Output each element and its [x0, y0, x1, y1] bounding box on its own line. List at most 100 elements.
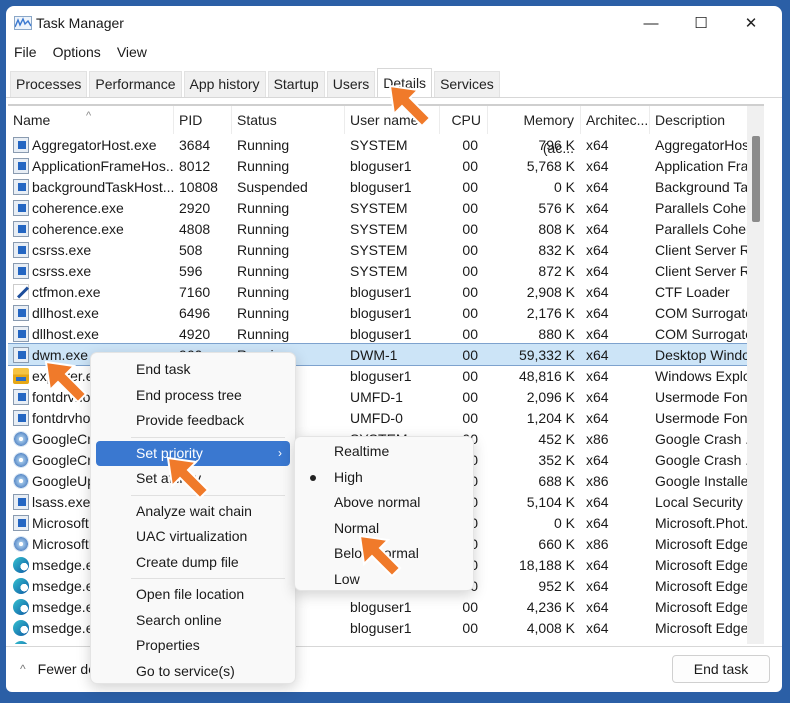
- table-row[interactable]: dllhost.exe 6496 Running bloguser1 00 2,176 K…: [8, 302, 764, 323]
- table-row[interactable]: csrss.exe 508 Running SYSTEM 00 832 K x64 Clien…: [8, 239, 764, 260]
- cell-status: Running: [237, 304, 290, 321]
- process-app-icon: [13, 388, 29, 405]
- cell-mem: 576 K: [538, 199, 575, 216]
- column-header-cpu[interactable]: CPU: [440, 106, 488, 134]
- cell-name: ctfmon.exe: [8, 283, 174, 300]
- cell-desc: Parallels Coher...: [655, 199, 762, 216]
- menu-item-label: Analyze wait chain: [136, 502, 252, 519]
- column-header-pid[interactable]: PID: [174, 106, 232, 134]
- cell-status: Running: [237, 136, 290, 153]
- process-cd-icon: [13, 472, 29, 489]
- priority-option-low[interactable]: Low: [295, 567, 473, 593]
- process-app-icon: [13, 157, 29, 174]
- menu-view[interactable]: View: [109, 42, 155, 64]
- cell-desc: AggregatorHost: [655, 136, 754, 153]
- menu-separator: [131, 494, 285, 496]
- column-header-status[interactable]: Status: [232, 106, 345, 134]
- menu-item-go-to-service-s[interactable]: Go to service(s): [96, 659, 290, 685]
- column-label: Name: [13, 112, 51, 128]
- process-app-icon: [13, 136, 29, 153]
- menu-item-label: Set affinity: [136, 470, 202, 486]
- cell-user: bloguser1: [350, 598, 412, 615]
- menu-separator: [131, 436, 285, 438]
- cell-cpu: 00: [462, 304, 478, 321]
- menu-options[interactable]: Options: [45, 42, 109, 64]
- table-row[interactable]: ctfmon.exe 7160 Running bloguser1 00 2,908 K x…: [8, 281, 764, 302]
- priority-option-label: Below normal: [334, 545, 419, 561]
- end-task-button[interactable]: End task: [672, 655, 770, 683]
- cell-pid: 596: [179, 262, 203, 279]
- menu-item-label: End task: [136, 361, 191, 377]
- minimize-button[interactable]: —: [628, 6, 674, 40]
- process-app-icon: [13, 493, 29, 510]
- table-row[interactable]: ApplicationFrameHos... 8012 Running bloguse…: [8, 155, 764, 176]
- table-row[interactable]: dllhost.exe 4920 Running bloguser1 00 880 K x6…: [8, 323, 764, 344]
- priority-option-above-normal[interactable]: Above normal: [295, 490, 473, 516]
- priority-option-realtime[interactable]: Realtime: [295, 439, 473, 465]
- cell-mem: 796 K: [538, 136, 575, 153]
- table-row[interactable]: csrss.exe 596 Running SYSTEM 00 872 K x64 Clien…: [8, 260, 764, 281]
- menu-item-uac-virtualization[interactable]: UAC virtualization: [96, 524, 290, 550]
- menu-item-set-affinity[interactable]: Set affinity: [96, 466, 290, 492]
- column-header-memory[interactable]: Memory (ac...: [488, 106, 581, 156]
- table-row[interactable]: coherence.exe 4808 Running SYSTEM 00 808 K x64…: [8, 218, 764, 239]
- process-app-icon: [13, 514, 29, 531]
- cell-desc: Background Ta...: [655, 178, 760, 195]
- menu-item-open-file-location[interactable]: Open file location: [96, 582, 290, 608]
- cell-mem: 5,768 K: [526, 157, 575, 174]
- column-header-user-name[interactable]: User name: [345, 106, 440, 134]
- menu-item-create-dump-file[interactable]: Create dump file: [96, 550, 290, 576]
- tab-users[interactable]: Users: [326, 71, 376, 97]
- process-app-icon: [13, 325, 29, 342]
- tab-services[interactable]: Services: [434, 71, 500, 97]
- cell-desc: Application Fra...: [655, 157, 761, 174]
- cell-name: csrss.exe: [8, 241, 174, 258]
- cell-desc: Microsoft.Phot...: [655, 514, 757, 531]
- priority-option-below-normal[interactable]: Below normal: [295, 541, 473, 567]
- cell-desc: Client Server R...: [655, 262, 762, 279]
- cell-cpu: 00: [462, 241, 478, 258]
- tab-performance[interactable]: Performance: [89, 71, 182, 97]
- process-name: ApplicationFrameHos...: [32, 157, 174, 174]
- menu-item-label: Provide feedback: [136, 412, 245, 428]
- menu-item-end-task[interactable]: End task: [96, 357, 290, 383]
- tab-processes[interactable]: Processes: [10, 71, 88, 97]
- tab-details[interactable]: Details: [377, 68, 433, 97]
- maximize-button[interactable]: ☐: [678, 6, 724, 40]
- priority-option-normal[interactable]: Normal: [295, 516, 473, 542]
- menu-item-label: Open file location: [136, 586, 245, 602]
- tab-startup[interactable]: Startup: [267, 71, 325, 97]
- process-cd-icon: [13, 451, 29, 468]
- cell-mem: 1,204 K: [526, 409, 575, 426]
- cell-arch: x64: [586, 199, 609, 216]
- menu-item-search-online[interactable]: Search online: [96, 608, 290, 634]
- close-button[interactable]: ✕: [728, 6, 774, 40]
- menu-item-analyze-wait-chain[interactable]: Analyze wait chain: [96, 499, 290, 525]
- vertical-scrollbar[interactable]: [747, 106, 764, 644]
- tab-app-history[interactable]: App history: [183, 71, 266, 97]
- cell-arch: x86: [586, 472, 609, 489]
- scrollbar-thumb[interactable]: [752, 136, 760, 222]
- menu-item-set-priority[interactable]: Set priority ›: [96, 440, 290, 466]
- cell-desc: Desktop Windo...: [655, 346, 762, 363]
- menu-item-properties[interactable]: Properties: [96, 633, 290, 659]
- menu-item-provide-feedback[interactable]: Provide feedback: [96, 408, 290, 434]
- process-edge-icon: [13, 577, 29, 594]
- table-row[interactable]: AggregatorHost.exe 3684 Running SYSTEM 00 796…: [8, 134, 764, 155]
- cell-desc: Windows Explo...: [655, 367, 762, 384]
- table-row[interactable]: coherence.exe 2920 Running SYSTEM 00 576 K x64…: [8, 197, 764, 218]
- column-header-architecture[interactable]: Architec...: [581, 106, 650, 134]
- menu-item-end-process-tree[interactable]: End process tree: [96, 383, 290, 409]
- column-header-description[interactable]: Description: [650, 106, 762, 134]
- cell-desc: Parallels Coher...: [655, 220, 762, 237]
- column-header-name[interactable]: Name ^: [8, 106, 174, 134]
- priority-option-high[interactable]: High: [295, 465, 473, 491]
- table-row[interactable]: backgroundTaskHost.... 10808 Suspended blog…: [8, 176, 764, 197]
- cell-mem: 660 K: [538, 535, 575, 552]
- cell-mem: 48,816 K: [518, 367, 575, 384]
- cell-mem: 872 K: [538, 262, 575, 279]
- cell-cpu: 00: [462, 619, 478, 636]
- process-name: lsass.exe: [32, 493, 91, 510]
- cell-desc: Google Crash ...: [655, 430, 757, 447]
- menu-file[interactable]: File: [6, 42, 45, 64]
